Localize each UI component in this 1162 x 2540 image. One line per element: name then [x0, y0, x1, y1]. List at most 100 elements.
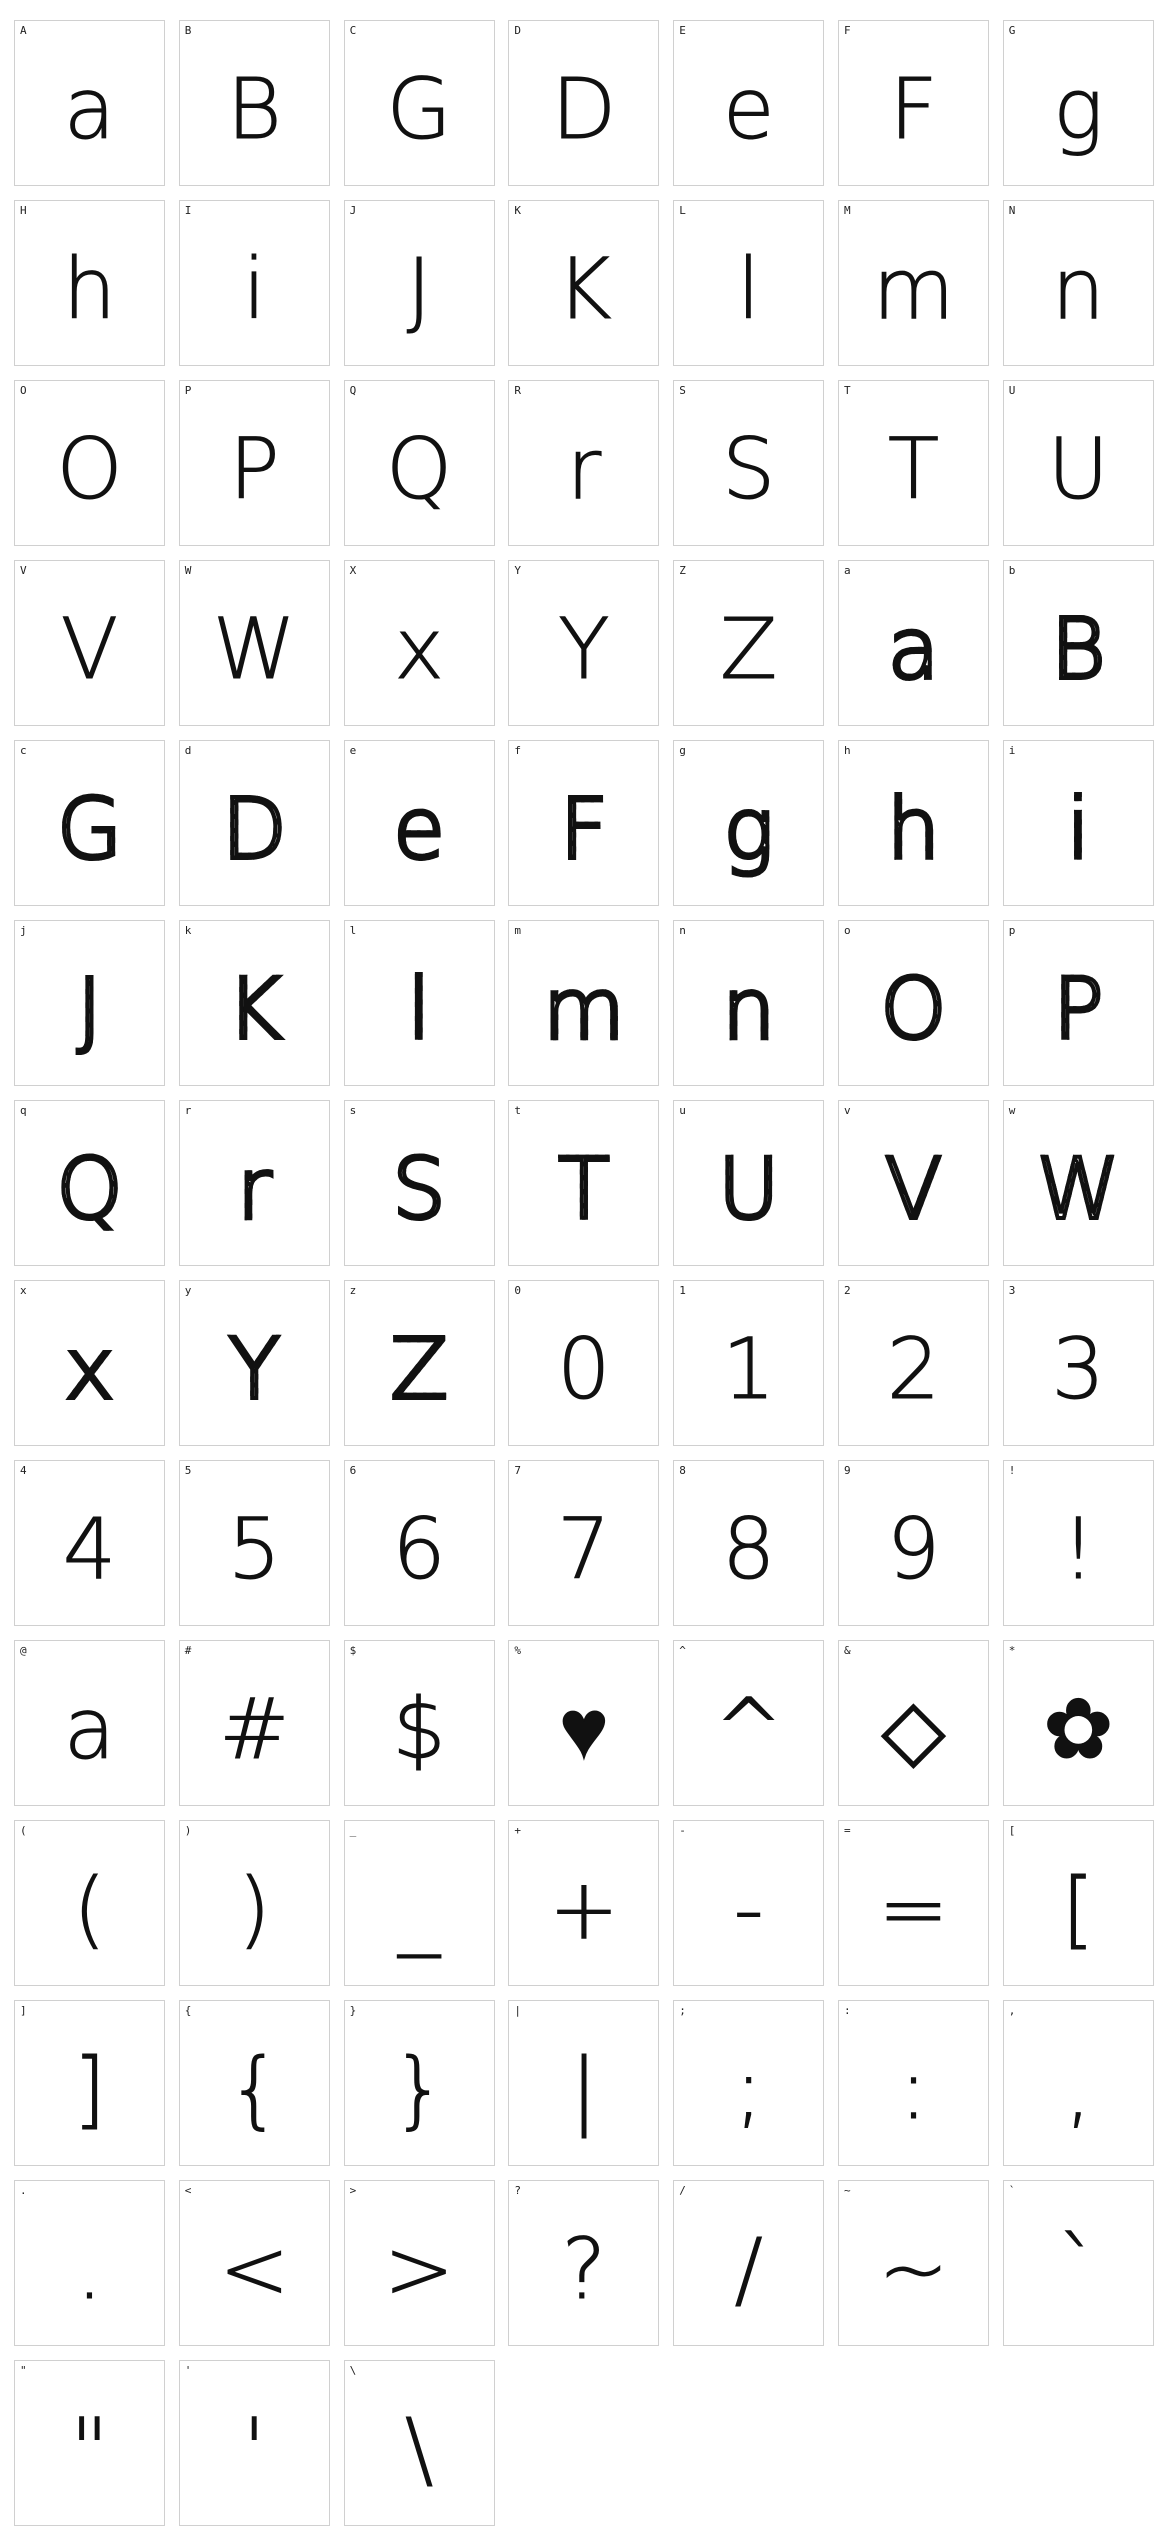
glyph-preview: 7 — [557, 1500, 611, 1598]
glyph-cell: ^ ^ — [673, 1640, 825, 1806]
glyph-cell: fF — [508, 740, 660, 906]
glyph-preview: r — [180, 1123, 329, 1255]
glyph-key-label: y — [184, 1284, 192, 1297]
glyph-cell: qQ — [14, 1100, 165, 1266]
glyph-key-label: 9 — [843, 1464, 851, 1477]
glyph-preview: " — [70, 2400, 110, 2498]
glyph-cell: nn — [673, 920, 825, 1086]
glyph-preview: , — [1064, 2040, 1092, 2138]
glyph-cell: yY — [178, 1280, 330, 1446]
glyph-cell: _ _ — [343, 1820, 495, 1986]
glyph-cell: UU — [1002, 380, 1154, 546]
glyph-preview: i — [242, 240, 266, 338]
glyph-preview: B — [1004, 583, 1153, 715]
glyph-key-label: < — [184, 2184, 192, 2197]
glyph-preview: G — [386, 60, 452, 158]
glyph-key-label: ( — [20, 1824, 27, 1837]
glyph-key-label: > — [349, 2184, 357, 2197]
glyph-key-label: 7 — [514, 1464, 522, 1477]
glyph-cell: Aa — [14, 20, 165, 186]
glyph-cell: aa — [837, 560, 989, 726]
glyph-cell: 88 — [673, 1460, 825, 1626]
glyph-cell: & ◇ — [837, 1640, 989, 1806]
glyph-cell: vV — [837, 1100, 989, 1266]
glyph-key-label: I — [184, 204, 192, 217]
glyph-key-label: K — [514, 204, 522, 217]
glyph-key-label: r — [184, 1104, 192, 1117]
glyph-preview: Q — [15, 1123, 164, 1255]
glyph-key-label: g — [679, 744, 686, 757]
glyph-preview: 6 — [392, 1500, 446, 1598]
glyph-key-label: / — [679, 2184, 686, 2197]
glyph-cell: oO — [837, 920, 989, 1086]
glyph-key-label: N — [1008, 204, 1016, 217]
glyph-cell: pP — [1002, 920, 1154, 1086]
glyph-preview: { — [227, 2040, 282, 2138]
glyph-key-label: E — [679, 24, 686, 37]
glyph-key-label: ? — [514, 2184, 522, 2197]
glyph-cell: VV — [14, 560, 165, 726]
glyph-key-label: ] — [20, 2004, 27, 2017]
glyph-key-label: \ — [349, 2364, 357, 2377]
glyph-key-label: S — [679, 384, 686, 397]
glyph-cell: Ll — [673, 200, 825, 366]
glyph-key-label: 3 — [1008, 1284, 1016, 1297]
glyph-cell: Ii — [178, 200, 330, 366]
glyph-cell: KK — [508, 200, 660, 366]
glyph-key-label: 8 — [679, 1464, 686, 1477]
glyph-key-label: t — [514, 1104, 522, 1117]
glyph-key-label: U — [1008, 384, 1016, 397]
glyph-cell: ' ' — [178, 2360, 330, 2526]
glyph-key-label: ) — [184, 1824, 192, 1837]
glyph-preview: Y — [180, 1303, 329, 1435]
glyph-preview: 0 — [557, 1320, 611, 1418]
glyph-cell: ~ ~ — [837, 2180, 989, 2346]
glyph-preview: x — [394, 600, 445, 698]
glyph-cell: 99 — [837, 1460, 989, 1626]
glyph-cell: TT — [837, 380, 989, 546]
glyph-preview: W — [212, 600, 296, 698]
glyph-cell: + + — [508, 1820, 660, 1986]
glyph-cell: )) — [178, 1820, 330, 1986]
glyph-key-label: ` — [1008, 2184, 1016, 2197]
glyph-key-label: c — [20, 744, 27, 757]
glyph-preview: a — [63, 1680, 116, 1778]
glyph-cell: ZZ — [673, 560, 825, 726]
glyph-preview: W — [1004, 1123, 1153, 1255]
glyph-preview: V — [60, 600, 119, 698]
glyph-cell: = = — [837, 1820, 989, 1986]
glyph-preview: ? — [561, 2220, 607, 2318]
glyph-preview: r — [566, 420, 602, 518]
glyph-preview: / — [734, 2220, 763, 2318]
glyph-key-label: B — [184, 24, 192, 37]
glyph-key-label: o — [843, 924, 851, 937]
glyph-key-label: d — [184, 744, 192, 757]
glyph-preview: K — [556, 240, 612, 338]
glyph-preview: ~ — [878, 2220, 949, 2318]
glyph-preview: g — [674, 763, 823, 895]
glyph-preview: } — [392, 2040, 446, 2138]
glyph-preview: i — [1004, 763, 1153, 895]
glyph-cell: $ $ — [343, 1640, 495, 1806]
glyph-cell: @ a — [14, 1640, 165, 1806]
glyph-cell: 77 — [508, 1460, 660, 1626]
glyph-preview: P — [228, 420, 280, 518]
glyph-preview: [ — [1061, 1860, 1095, 1958]
glyph-key-label: : — [843, 2004, 851, 2017]
glyph-key-label: v — [843, 1104, 851, 1117]
glyph-preview: h — [839, 763, 988, 895]
glyph-preview: l — [737, 240, 761, 338]
glyph-key-label: [ — [1008, 1824, 1016, 1837]
glyph-key-label: W — [184, 564, 192, 577]
glyph-preview: 1 — [721, 1320, 776, 1418]
glyph-key-label: s — [349, 1104, 357, 1117]
glyph-key-label: { — [184, 2004, 192, 2017]
glyph-cell: Rr — [508, 380, 660, 546]
glyph-key-label: _ — [349, 1824, 357, 1837]
glyph-key-label: 2 — [843, 1284, 851, 1297]
glyph-preview: V — [839, 1123, 988, 1255]
glyph-preview: . — [76, 2220, 104, 2318]
glyph-preview: ✿ — [1043, 1680, 1114, 1778]
glyph-preview: K — [180, 943, 329, 1075]
glyph-cell: ll — [343, 920, 495, 1086]
